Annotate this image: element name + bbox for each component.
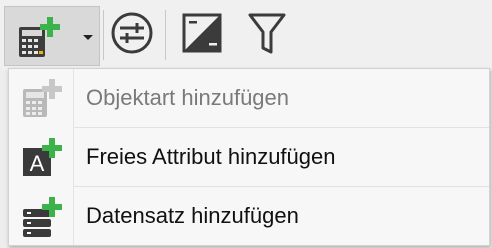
toolbar-separator <box>103 10 104 60</box>
menu-item-label: Datensatz hinzufügen <box>86 203 299 228</box>
calculator-add-icon <box>19 17 60 57</box>
attribute-a-add-icon: A <box>23 138 62 176</box>
menu-item-add-free-attribute[interactable]: A Freies Attribut hinzufügen <box>9 128 489 186</box>
svg-text:A: A <box>30 151 45 176</box>
toolbar <box>0 0 492 70</box>
filter-funnel-icon[interactable] <box>247 10 287 56</box>
toolbar-separator <box>165 10 166 60</box>
add-dropdown-menu: Objektart hinzufügen A Freies Attribut h… <box>8 68 490 246</box>
menu-item-add-object-type[interactable]: Objektart hinzufügen <box>9 69 489 127</box>
calculator-add-icon <box>23 79 62 117</box>
chevron-down-icon[interactable] <box>83 35 93 40</box>
contrast-square-icon[interactable] <box>181 10 223 56</box>
add-dropdown-button[interactable] <box>4 6 100 66</box>
menu-item-label: Freies Attribut hinzufügen <box>86 144 336 169</box>
dataset-add-icon <box>23 197 62 237</box>
menu-item-add-dataset[interactable]: Datensatz hinzufügen <box>9 187 489 245</box>
adjust-sliders-icon[interactable] <box>109 10 155 56</box>
menu-item-label: Objektart hinzufügen <box>86 85 290 110</box>
